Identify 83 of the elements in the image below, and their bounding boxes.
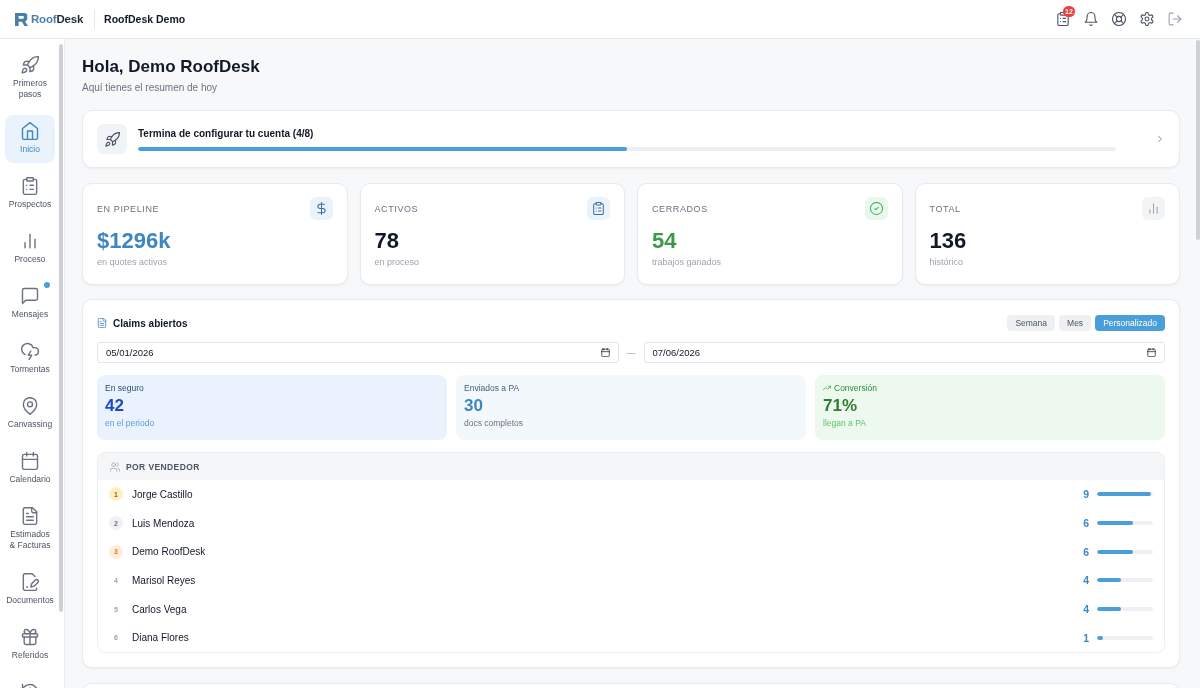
gift-icon	[21, 628, 39, 646]
metric-caption: en el periodo	[105, 417, 156, 429]
dollar-icon	[309, 197, 333, 220]
sidebar-item[interactable]: Prospectos	[5, 170, 55, 218]
logo-icon	[15, 12, 28, 26]
vendor-name: Luis Mendoza	[132, 517, 195, 529]
stat-caption: en quotes activos	[97, 256, 169, 268]
metric-label: Conversión	[834, 382, 877, 394]
stat-value: 54	[652, 228, 678, 254]
page-subtitle: Aquí tienes el resumen de hoy	[82, 81, 219, 95]
vendor-count: 9	[1083, 488, 1089, 501]
stat-caption: histórico	[929, 256, 964, 268]
document-icon	[21, 507, 39, 525]
vendor-name: Demo RoofDesk	[132, 546, 206, 558]
clipboard-icon	[21, 177, 39, 195]
sidebar-item[interactable]: Canvassing	[5, 390, 55, 438]
sidebar-item[interactable]: Estimados & Facturas	[5, 500, 55, 559]
bar-chart-icon	[1142, 197, 1165, 220]
rocket-icon	[97, 124, 127, 154]
vendor-name: Diana Flores	[132, 632, 189, 644]
stat-label: EN PIPELINE	[97, 203, 160, 214]
setup-card[interactable]: Termina de configurar tu cuenta (4/8)	[82, 110, 1180, 168]
panel-title: POR VENDEDOR	[126, 461, 200, 472]
vendor-count: 1	[1083, 631, 1089, 644]
clipboard-icon[interactable]	[1056, 12, 1070, 26]
metric-value: 71%	[823, 395, 859, 417]
message-icon	[21, 287, 39, 305]
sidebar-item[interactable]: Referidos	[5, 621, 55, 669]
section-title: Claims abiertos	[113, 317, 188, 329]
stat-label: ACTIVOS	[374, 203, 419, 214]
map-pin-icon	[21, 397, 39, 415]
stat-value: 136	[929, 228, 968, 254]
setup-title: Termina de configurar tu cuenta (4/8)	[138, 127, 315, 140]
workspace-name: RoofDesk Demo	[104, 13, 186, 25]
sidebar-item[interactable]: Tormentas	[5, 335, 55, 383]
period-tab[interactable]: Semana	[1007, 315, 1056, 331]
sidebar-item[interactable]: Proceso	[5, 225, 55, 273]
metric-label: Enviados a PA	[464, 382, 520, 394]
settings-icon[interactable]	[1140, 12, 1154, 26]
vendor-count: 6	[1083, 545, 1089, 558]
stat-value: 78	[374, 228, 400, 254]
cloud-lightning-icon	[21, 342, 39, 360]
vendor-name: Marisol Reyes	[132, 574, 196, 586]
sidebar-item[interactable]: Primeros pasos	[5, 49, 55, 108]
stat-caption: trabajos ganados	[652, 256, 723, 268]
logo-text: RoofDesk	[31, 13, 84, 25]
date-field[interactable]: 05/01/2026	[97, 342, 619, 363]
sidebar-item[interactable]: Calendario	[5, 445, 55, 493]
calendar-icon[interactable]	[600, 348, 610, 357]
vendor-count: 6	[1083, 517, 1089, 530]
vendor-count: 4	[1083, 603, 1089, 616]
users-icon	[110, 461, 120, 472]
metric-caption: llegan a PA	[823, 417, 867, 429]
document-icon	[97, 318, 107, 328]
date-separator: —	[625, 347, 637, 358]
scrollbar[interactable]	[1196, 40, 1200, 240]
clipboard-icon	[587, 197, 610, 220]
sidebar-item[interactable]: Inicio	[5, 115, 55, 163]
document-pen-icon	[21, 573, 39, 591]
vendor-name: Carlos Vega	[132, 603, 187, 615]
stat-label: TOTAL	[929, 203, 961, 214]
home-icon	[21, 122, 39, 140]
bar-chart-icon	[21, 232, 39, 250]
page-title: Hola, Demo RoofDesk	[82, 56, 261, 78]
stat-value: $1296k	[97, 228, 172, 254]
metric-label: En seguro	[105, 382, 144, 394]
rocket-icon	[21, 56, 39, 74]
date-field[interactable]: 07/06/2026	[643, 342, 1165, 363]
vendor-name: Jorge Castillo	[132, 488, 193, 500]
period-tab[interactable]: Mes	[1059, 315, 1092, 331]
calendar-icon[interactable]	[1147, 348, 1156, 357]
vendor-count: 4	[1083, 574, 1089, 587]
lifebuoy-icon[interactable]	[1112, 12, 1126, 26]
stat-label: CERRADOS	[652, 203, 708, 214]
metric-value: 42	[105, 395, 125, 417]
sidebar-item[interactable]: Documentos	[5, 566, 55, 614]
trend-up-icon	[823, 384, 831, 392]
sidebar-item[interactable]: Mensajes	[5, 280, 55, 328]
stat-caption: en proceso	[374, 256, 421, 268]
bell-icon[interactable]	[1084, 12, 1098, 26]
metric-value: 30	[464, 395, 484, 417]
metric-caption: docs completos	[464, 417, 525, 429]
calendar-icon	[21, 452, 39, 470]
